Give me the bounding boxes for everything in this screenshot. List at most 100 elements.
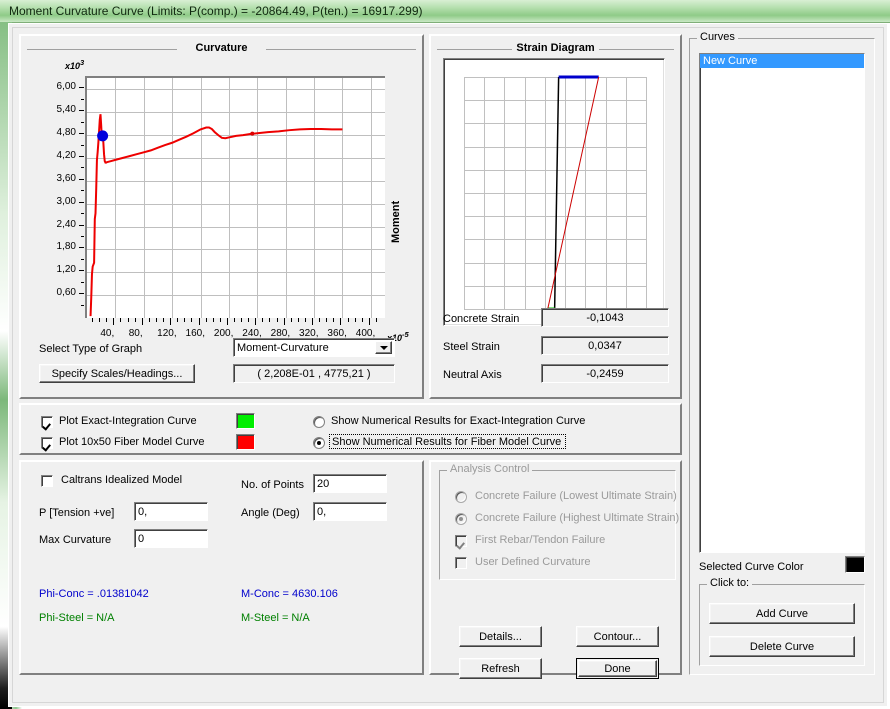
parameters-panel: Caltrans Idealized Model P [Tension +ve]… bbox=[19, 460, 424, 675]
y-axis-tick-label: 3,00 bbox=[56, 195, 76, 207]
plot-exact-integration-checkbox[interactable] bbox=[41, 416, 53, 428]
contour-button[interactable]: Contour... bbox=[576, 626, 659, 647]
p-tension-input[interactable]: 0, bbox=[134, 502, 208, 521]
m-conc-value: M-Conc = 4630.106 bbox=[241, 588, 338, 600]
plot-area bbox=[85, 76, 385, 318]
max-curvature-input[interactable]: 0 bbox=[134, 529, 208, 548]
specify-scales-button[interactable]: Specify Scales/Headings... bbox=[39, 364, 195, 383]
concrete-failure-lowest-label: Concrete Failure (Lowest Ultimate Strain… bbox=[475, 490, 677, 502]
y-axis-minor-tick bbox=[81, 87, 84, 89]
x-axis-minor-tick bbox=[155, 318, 157, 322]
x-axis-minor-tick bbox=[205, 318, 207, 322]
add-curve-button[interactable]: Add Curve bbox=[709, 603, 855, 624]
x-axis-minor-tick bbox=[297, 318, 299, 322]
window-client-area: Curvature x103 Moment x10-5 0,601,201,80… bbox=[8, 23, 888, 707]
first-rebar-failure-checkbox[interactable] bbox=[455, 535, 467, 547]
caltrans-idealized-checkbox[interactable] bbox=[41, 475, 53, 487]
x-axis-minor-tick bbox=[134, 318, 136, 322]
x-axis-tick bbox=[198, 318, 200, 325]
x-axis-minor-tick bbox=[375, 318, 377, 322]
no-of-points-input[interactable]: 20 bbox=[313, 474, 387, 493]
caltrans-idealized-label: Caltrans Idealized Model bbox=[61, 474, 183, 486]
y-axis-tick bbox=[79, 270, 84, 272]
y-axis-minor-tick bbox=[81, 121, 84, 123]
show-fiber-results-radio[interactable] bbox=[313, 437, 325, 449]
y-axis-minor-tick bbox=[81, 156, 84, 157]
graph-type-value: Moment-Curvature bbox=[237, 341, 329, 354]
curvature-plot: x103 Moment x10-5 0,601,201,802,403,003,… bbox=[35, 58, 417, 348]
y-axis-tick-label: 4,20 bbox=[56, 150, 76, 161]
x-axis-minor-tick bbox=[234, 318, 235, 322]
x-axis-minor-tick bbox=[99, 318, 101, 322]
y-axis-minor-tick bbox=[81, 167, 84, 169]
selected-curve-color-swatch[interactable] bbox=[845, 556, 865, 573]
strain-distribution-line bbox=[547, 76, 600, 310]
list-item[interactable]: New Curve bbox=[700, 54, 864, 68]
x-axis-minor-tick bbox=[177, 318, 179, 322]
exact-integration-color-swatch[interactable] bbox=[236, 413, 255, 429]
curvature-panel: Curvature x103 Moment x10-5 0,601,201,80… bbox=[19, 34, 424, 399]
concrete-failure-lowest-radio[interactable] bbox=[455, 491, 467, 503]
y-axis-tick-label: 3,60 bbox=[56, 172, 76, 184]
fiber-model-color-swatch[interactable] bbox=[236, 434, 255, 450]
y-axis-minor-tick bbox=[81, 144, 84, 146]
x-axis-tick-label: 160, bbox=[185, 328, 205, 339]
neutral-axis-label: Neutral Axis bbox=[443, 369, 502, 381]
refresh-button[interactable]: Refresh bbox=[459, 658, 542, 679]
x-axis-minor-tick bbox=[191, 318, 193, 322]
y-axis-minor-tick bbox=[81, 258, 84, 260]
y-axis-minor-tick bbox=[81, 236, 84, 237]
phi-conc-value: Phi-Conc = .01381042 bbox=[39, 588, 149, 600]
y-axis-tick-label: 5,40 bbox=[56, 104, 76, 116]
no-of-points-label: No. of Points bbox=[241, 479, 304, 491]
done-button[interactable]: Done bbox=[576, 658, 659, 679]
x-axis-minor-tick bbox=[269, 318, 271, 322]
x-axis-tick bbox=[255, 318, 257, 325]
y-axis-minor-tick bbox=[81, 110, 84, 112]
x-axis-minor-tick bbox=[219, 318, 221, 322]
y-axis-tick-label: 1,80 bbox=[56, 241, 76, 253]
concrete-failure-highest-radio[interactable] bbox=[455, 513, 467, 525]
x-axis-minor-tick bbox=[290, 318, 292, 322]
x-axis-minor-tick bbox=[354, 318, 356, 322]
x-axis-minor-tick bbox=[127, 318, 129, 322]
click-to-title: Click to: bbox=[707, 578, 753, 589]
curvature-chart-title: Curvature bbox=[195, 42, 248, 54]
user-defined-curvature-checkbox[interactable] bbox=[455, 557, 467, 569]
strain-diagram-panel: Strain Diagram Concrete Strain -0,1043 S… bbox=[429, 34, 682, 399]
curves-listbox[interactable]: New Curve bbox=[699, 53, 865, 553]
concrete-failure-highest-label: Concrete Failure (Highest Ultimate Strai… bbox=[475, 512, 680, 524]
show-exact-results-radio[interactable] bbox=[313, 416, 325, 428]
curve-series-layer bbox=[89, 114, 343, 317]
x-axis-tick bbox=[340, 318, 342, 325]
p-tension-label: P [Tension +ve] bbox=[39, 507, 115, 519]
steel-strain-label: Steel Strain bbox=[443, 341, 500, 353]
x-axis-minor-tick bbox=[120, 318, 122, 322]
angle-label: Angle (Deg) bbox=[241, 507, 300, 519]
x-axis-minor-tick bbox=[319, 318, 321, 322]
angle-input[interactable]: 0, bbox=[313, 502, 387, 521]
graph-type-select[interactable]: Moment-Curvature bbox=[233, 338, 395, 357]
strain-title-rule-right bbox=[599, 49, 674, 50]
x-axis-tick-label: 120, bbox=[157, 328, 177, 339]
chart-title-rule-right bbox=[266, 49, 416, 50]
x-axis-minor-tick bbox=[148, 318, 150, 322]
concrete-strain-value: -0,1043 bbox=[541, 308, 669, 327]
details-button[interactable]: Details... bbox=[459, 626, 542, 647]
x-axis-minor-tick bbox=[92, 318, 94, 322]
y-axis-tick-label: 4,80 bbox=[56, 127, 76, 139]
x-axis-tick-label: 40, bbox=[100, 328, 115, 339]
x-axis-minor-tick bbox=[106, 318, 108, 322]
show-exact-results-label: Show Numerical Results for Exact-Integra… bbox=[331, 415, 586, 427]
chevron-down-icon[interactable] bbox=[375, 341, 392, 354]
y-axis-minor-tick bbox=[81, 98, 84, 100]
plot-fiber-model-label: Plot 10x50 Fiber Model Curve bbox=[59, 436, 205, 448]
plot-fiber-model-checkbox[interactable] bbox=[41, 437, 53, 449]
delete-curve-button[interactable]: Delete Curve bbox=[709, 636, 855, 657]
x-axis-minor-tick bbox=[241, 318, 243, 322]
user-defined-curvature-label: User Defined Curvature bbox=[475, 556, 591, 568]
title-bar: Moment Curvature Curve (Limits: P(comp.)… bbox=[0, 0, 890, 23]
y-axis-minor-tick bbox=[81, 190, 84, 192]
x-axis-minor-tick bbox=[347, 318, 349, 322]
x-axis-tick bbox=[283, 318, 285, 325]
